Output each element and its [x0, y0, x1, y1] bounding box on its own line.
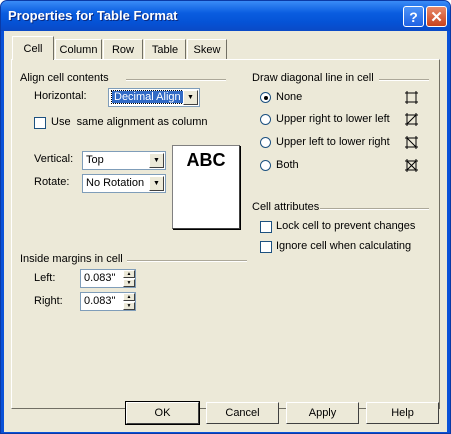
- left-margin-spinner[interactable]: 0.083" ▲ ▼: [80, 269, 136, 288]
- question-icon: ?: [409, 8, 418, 25]
- align-group-divider: [126, 79, 226, 81]
- apply-button[interactable]: Apply: [286, 402, 359, 424]
- margins-group-divider: [127, 260, 247, 262]
- diagonal-both-label: Both: [276, 159, 299, 171]
- tab-panel-cell: Align cell contents Horizontal: Decimal …: [11, 59, 440, 409]
- diagonal-none-label: None: [276, 91, 303, 103]
- spin-down-icon[interactable]: ▼: [123, 279, 135, 287]
- horizontal-value: Decimal Align: [111, 90, 184, 104]
- tab-row-label: Row: [111, 43, 134, 56]
- left-margin-label: Left:: [34, 272, 56, 284]
- ignore-cell-checkbox[interactable]: [260, 241, 272, 253]
- tab-cell-label: Cell: [23, 42, 43, 55]
- rotate-value: No Rotation: [86, 177, 145, 189]
- cancel-button[interactable]: Cancel: [206, 402, 279, 424]
- spin-down-icon[interactable]: ▼: [123, 302, 135, 310]
- horizontal-label: Horizontal:: [34, 90, 87, 102]
- vertical-label: Vertical:: [34, 153, 74, 165]
- vertical-value: Top: [86, 154, 104, 166]
- margins-group-label: Inside margins in cell: [20, 253, 123, 265]
- diagonal-ur-ll-radio[interactable]: [260, 114, 271, 125]
- left-margin-value: 0.083": [84, 272, 116, 284]
- diagonal-none-radio[interactable]: [260, 92, 271, 103]
- ok-button-label: OK: [154, 407, 171, 419]
- diagonal-ul-lr-label: Upper left to lower right: [276, 136, 390, 148]
- dialog-client: Cell Column Row Table Skew Align cell co…: [4, 31, 447, 432]
- close-icon: ✕: [430, 8, 443, 26]
- tab-row[interactable]: Row: [103, 39, 143, 59]
- tab-table-label: Table: [151, 43, 179, 56]
- preview-text: ABC: [186, 150, 226, 170]
- diagonal-ul-lr-icon: [405, 136, 418, 149]
- vertical-select[interactable]: Top ▼: [82, 151, 166, 170]
- help-button-label: Help: [391, 407, 414, 419]
- tab-table[interactable]: Table: [144, 39, 186, 59]
- chevron-down-icon[interactable]: ▼: [149, 176, 164, 191]
- diagonal-ur-ll-icon: [405, 113, 418, 126]
- attributes-group-divider: [320, 208, 429, 210]
- right-margin-spinner[interactable]: 0.083" ▲ ▼: [80, 292, 136, 311]
- diagonal-both-radio[interactable]: [260, 160, 271, 171]
- same-alignment-checkbox[interactable]: [34, 117, 46, 129]
- tab-column[interactable]: Column: [55, 39, 102, 59]
- chevron-down-icon[interactable]: ▼: [149, 153, 164, 168]
- alignment-preview: ABC: [172, 145, 240, 229]
- right-margin-label: Right:: [34, 295, 63, 307]
- rotate-select[interactable]: No Rotation ▼: [82, 174, 166, 193]
- ok-button[interactable]: OK: [125, 401, 200, 425]
- right-margin-value: 0.083": [84, 295, 116, 307]
- spin-up-icon[interactable]: ▲: [123, 270, 135, 278]
- diagonal-none-icon: [405, 91, 418, 104]
- dialog-window: Properties for Table Format ? ✕ Cell Col…: [0, 0, 451, 434]
- title-bar[interactable]: Properties for Table Format ? ✕: [1, 1, 450, 31]
- diagonal-ur-ll-label: Upper right to lower left: [276, 113, 390, 125]
- diagonal-group-divider: [379, 79, 429, 81]
- same-alignment-label: Use same alignment as column: [51, 116, 208, 128]
- cancel-button-label: Cancel: [225, 407, 260, 419]
- apply-button-label: Apply: [308, 407, 337, 419]
- diagonal-ul-lr-radio[interactable]: [260, 137, 271, 148]
- align-group-label: Align cell contents: [20, 72, 109, 84]
- chevron-down-icon[interactable]: ▼: [183, 90, 198, 105]
- help-button[interactable]: Help: [366, 402, 439, 424]
- attributes-group-label: Cell attributes: [252, 201, 320, 213]
- window-title: Properties for Table Format: [8, 8, 178, 23]
- tab-skew-label: Skew: [193, 43, 221, 56]
- diagonal-group-label: Draw diagonal line in cell: [252, 72, 374, 84]
- lock-cell-label: Lock cell to prevent changes: [276, 220, 416, 232]
- ignore-cell-label: Ignore cell when calculating: [276, 240, 412, 252]
- spin-up-icon[interactable]: ▲: [123, 293, 135, 301]
- rotate-label: Rotate:: [34, 176, 70, 188]
- horizontal-select[interactable]: Decimal Align ▼: [108, 88, 200, 107]
- tab-skew[interactable]: Skew: [187, 39, 227, 59]
- tab-column-label: Column: [59, 43, 98, 56]
- close-button[interactable]: ✕: [426, 6, 447, 27]
- help-title-button[interactable]: ?: [403, 6, 424, 27]
- diagonal-both-icon: [405, 159, 418, 172]
- tab-cell[interactable]: Cell: [12, 36, 54, 60]
- lock-cell-checkbox[interactable]: [260, 221, 272, 233]
